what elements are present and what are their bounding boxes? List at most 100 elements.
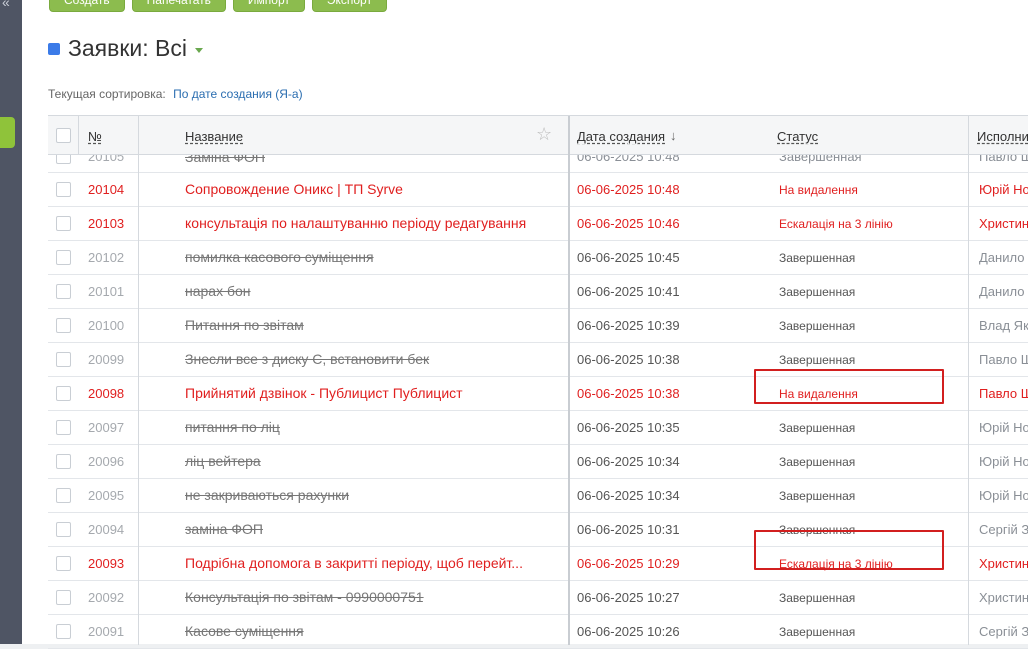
row-title[interactable]: Знесли все з диску С, встановити бек	[185, 351, 557, 367]
col-date-header[interactable]: Дата создания	[577, 129, 665, 144]
row-assignee[interactable]: Юрій Но	[979, 488, 1028, 503]
select-all-checkbox[interactable]	[56, 128, 71, 143]
row-assignee[interactable]: Юрій Но	[979, 420, 1028, 435]
row-num[interactable]: 20103	[88, 216, 124, 231]
row-checkbox[interactable]	[56, 182, 71, 197]
row-num[interactable]: 20092	[88, 590, 124, 605]
table-row[interactable]: 20101 нарах бон 06-06-2025 10:41 Завершенна…	[48, 275, 1028, 309]
row-checkbox[interactable]	[56, 352, 71, 367]
row-assignee[interactable]: Павло Ш	[979, 155, 1028, 164]
row-checkbox[interactable]	[56, 624, 71, 639]
row-title[interactable]: заміна ФОП	[185, 521, 557, 537]
row-checkbox[interactable]	[56, 216, 71, 231]
row-checkbox[interactable]	[56, 522, 71, 537]
table-row[interactable]: 20092 Консультація по звітам - 0990000751…	[48, 581, 1028, 615]
row-assignee[interactable]: Данило	[979, 250, 1028, 265]
row-assignee[interactable]: Христин	[979, 556, 1028, 571]
sort-label: Текущая сортировка:	[48, 87, 166, 101]
row-num[interactable]: 20102	[88, 250, 124, 265]
col-name-header[interactable]: Название	[185, 129, 243, 144]
col-num-header[interactable]: №	[88, 129, 102, 144]
chevron-down-icon[interactable]	[195, 48, 203, 53]
row-assignee[interactable]: Павло Ш	[979, 386, 1028, 401]
row-assignee[interactable]: Влад Яку	[979, 318, 1028, 333]
col-assignee-header[interactable]: Исполни	[977, 129, 1028, 144]
import-button[interactable]: Импорт	[232, 0, 305, 12]
row-assignee[interactable]: Христин	[979, 590, 1028, 605]
row-num[interactable]: 20099	[88, 352, 124, 367]
collapse-icon[interactable]: «	[2, 0, 10, 10]
create-button[interactable]: Создать	[49, 0, 125, 12]
table-row[interactable]: 20095 не закриваються рахунки 06-06-2025 1…	[48, 479, 1028, 513]
row-checkbox[interactable]	[56, 250, 71, 265]
row-title[interactable]: ліц вейтера	[185, 453, 557, 469]
row-assignee[interactable]: Христин	[979, 216, 1028, 231]
row-num[interactable]: 20101	[88, 284, 124, 299]
row-title[interactable]: Касове суміщення	[185, 623, 557, 639]
row-date: 06-06-2025 10:35	[577, 420, 680, 435]
row-num[interactable]: 20097	[88, 420, 124, 435]
row-assignee[interactable]: Сергій З	[979, 522, 1028, 537]
row-checkbox[interactable]	[56, 556, 71, 571]
table-row[interactable]: 20103 консультація по налаштуванню період…	[48, 207, 1028, 241]
partial-row[interactable]: 20105 Заміна ФОП 06-06-2025 10:48 Заверш…	[48, 155, 1028, 173]
table-row[interactable]: 20097 питання по ліц 06-06-2025 10:35 Завер…	[48, 411, 1028, 445]
print-button[interactable]: Напечатать	[131, 0, 226, 12]
divider	[968, 116, 969, 154]
row-title[interactable]: Сопровождение Оникс | ТП Syrve	[185, 181, 557, 197]
row-title[interactable]: помилка касового суміщення	[185, 249, 557, 265]
row-date: 06-06-2025 10:34	[577, 454, 680, 469]
page-title-text: Заявки: Всі	[68, 35, 187, 61]
row-status: Завершенная	[779, 285, 856, 299]
col-status-header[interactable]: Статус	[777, 129, 818, 144]
row-checkbox[interactable]	[56, 284, 71, 299]
row-checkbox[interactable]	[56, 590, 71, 605]
table-row[interactable]: 20104 Сопровождение Оникс | ТП Syrve 06-06…	[48, 173, 1028, 207]
row-assignee[interactable]: Сергій З	[979, 624, 1028, 639]
row-assignee[interactable]: Юрій Но	[979, 454, 1028, 469]
row-checkbox[interactable]	[56, 155, 71, 164]
row-num[interactable]: 20098	[88, 386, 124, 401]
row-num[interactable]: 20094	[88, 522, 124, 537]
row-checkbox[interactable]	[56, 386, 71, 401]
row-title[interactable]: консультація по налаштуванню періоду ред…	[185, 215, 557, 231]
row-num[interactable]: 20096	[88, 454, 124, 469]
row-title[interactable]: Подрібна допомога в закритті періоду, що…	[185, 555, 557, 571]
row-checkbox[interactable]	[56, 318, 71, 333]
row-num[interactable]: 20100	[88, 318, 124, 333]
table-row[interactable]: 20100 Питання по звітам 06-06-2025 10:39 За…	[48, 309, 1028, 343]
row-title[interactable]: Прийнятий дзвінок - Публицист Публицист	[185, 385, 557, 401]
row-date: 06-06-2025 10:38	[577, 352, 680, 367]
sort-link[interactable]: По дате создания (Я-а)	[173, 87, 303, 101]
row-num[interactable]: 20095	[88, 488, 124, 503]
row-checkbox[interactable]	[56, 488, 71, 503]
row-title[interactable]: Заміна ФОП	[185, 155, 265, 165]
row-status: Завершенная	[779, 625, 856, 639]
table-row[interactable]: 20102 помилка касового суміщення 06-06-202…	[48, 241, 1028, 275]
table-row[interactable]: 20096 ліц вейтера 06-06-2025 10:34 Завершен…	[48, 445, 1028, 479]
sidebar-tab[interactable]	[0, 117, 15, 148]
row-date: 06-06-2025 10:41	[577, 284, 680, 299]
row-title[interactable]: Консультація по звітам - 0990000751	[185, 589, 557, 605]
row-date: 06-06-2025 10:29	[577, 556, 680, 571]
row-title[interactable]: Питання по звітам	[185, 317, 557, 333]
main-content: Создать Напечатать Импорт Экспорт Заявки…	[22, 0, 1028, 649]
row-num[interactable]: 20104	[88, 182, 124, 197]
star-icon[interactable]: ☆	[536, 124, 552, 145]
row-num[interactable]: 20091	[88, 624, 124, 639]
row-num[interactable]: 20105	[88, 155, 124, 164]
row-checkbox[interactable]	[56, 420, 71, 435]
export-button[interactable]: Экспорт	[311, 0, 387, 12]
row-status: На видалення	[779, 183, 858, 197]
row-assignee[interactable]: Данило	[979, 284, 1028, 299]
row-assignee[interactable]: Юрій Но	[979, 182, 1028, 197]
row-title[interactable]: нарах бон	[185, 283, 557, 299]
row-num[interactable]: 20093	[88, 556, 124, 571]
divider	[138, 154, 139, 645]
row-title[interactable]: не закриваються рахунки	[185, 487, 557, 503]
row-date: 06-06-2025 10:31	[577, 522, 680, 537]
row-checkbox[interactable]	[56, 454, 71, 469]
row-assignee[interactable]: Павло Ш	[979, 352, 1028, 367]
frozen-column-divider	[568, 116, 570, 645]
row-title[interactable]: питання по ліц	[185, 419, 557, 435]
